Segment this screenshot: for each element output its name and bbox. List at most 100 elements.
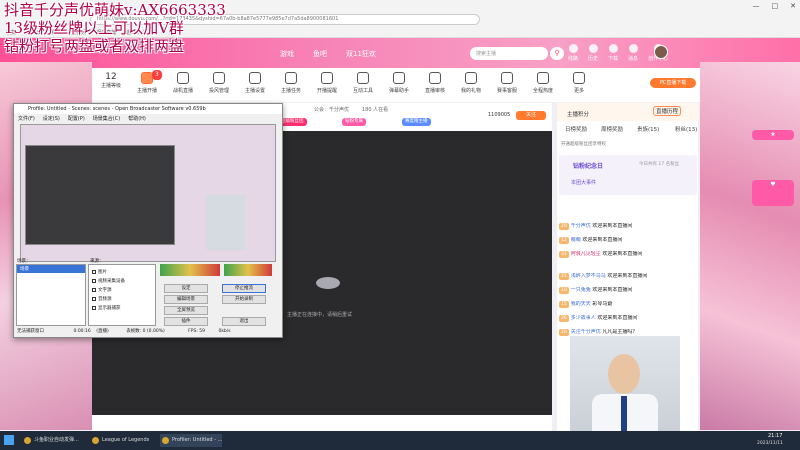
window-controls: — □ ✕ [753, 2, 797, 10]
gift-bar [92, 415, 552, 431]
pc-download-button[interactable]: PC直播下载 [650, 78, 696, 88]
tool-review[interactable]: 直播审核 [418, 72, 452, 94]
user-link-route[interactable]: 线路 [568, 44, 578, 62]
tab-fans[interactable]: 粉丝(13) [675, 125, 697, 133]
obs-menu-scene-collection[interactable]: 场景集合(C) [93, 115, 120, 123]
obs-menu-file[interactable]: 文件(F) [18, 115, 35, 123]
obs-menu-help[interactable]: 帮助(H) [128, 115, 146, 123]
chat-message: 21 浅醉入梦不马马 欢迎来到本直播间 [559, 273, 648, 280]
preview-camera [206, 195, 246, 250]
promo-banner-icon[interactable]: ★ [752, 130, 794, 140]
taskbar-item[interactable]: League of Legends [90, 434, 149, 447]
tool-interaction[interactable]: 互动工具 [346, 72, 380, 94]
close-icon[interactable]: ✕ [790, 2, 796, 10]
tool-service[interactable]: 赛事客服 [490, 72, 524, 94]
tool-fighter-live[interactable]: 战机直播 [166, 72, 200, 94]
avatar[interactable] [654, 45, 668, 59]
source-item[interactable]: 图片 [92, 269, 107, 275]
obs-menu-profile[interactable]: 配置(P) [68, 115, 85, 123]
tool-gifts[interactable]: 我的礼物 [454, 72, 488, 94]
nav-item-double11[interactable]: 双11狂欢 [346, 49, 376, 59]
stop-stream-button[interactable]: 停止推流 [222, 284, 266, 293]
clock-time: 21:17 [768, 433, 783, 439]
source-item[interactable]: 显示器捕获 [92, 305, 121, 311]
user-link-download[interactable]: 下载 [608, 44, 618, 62]
video-status-text: 主播正在连接中，请稍后重试 [287, 312, 353, 318]
fullscreen-preview-button[interactable]: 全屏预览 [164, 306, 208, 315]
chat-message: 26 多少故事人 欢迎来到本直播间 [559, 315, 638, 322]
clock-date: 2023/11/11 [757, 441, 783, 446]
user-link-message[interactable]: 消息 [628, 44, 638, 62]
stream-overlay-text: 抖音千分声优萌妹v:AX6663333 13级粉丝牌以上可以加V群 钻粉打号两盘… [4, 1, 304, 55]
follow-button[interactable]: 关注 [516, 111, 546, 120]
fan-notice-card: 钻粉纪念日 本团大事件 今日共有 17 名粉丝 [559, 155, 697, 195]
audio-meter [160, 264, 220, 276]
user-links: 线路 历史 下载 消息 创作中心 [568, 44, 668, 62]
person-tie [621, 396, 627, 436]
obs-menu-bar: 文件(F) 设定(S) 配置(P) 场景集合(C) 帮助(H) [14, 115, 282, 123]
preview-capture [25, 145, 175, 245]
chat-message: 10 一只兔兔 欢迎来到本直播间 [559, 287, 633, 294]
settings-button[interactable]: 设定 [164, 284, 208, 293]
taskbar-item[interactable]: Profiler: Untitled - ... [160, 434, 223, 447]
overlay-line: 抖音千分声优萌妹v:AX6663333 [4, 1, 226, 19]
obs-title-bar: Profile: Untitled - Scenes: scenes - Ope… [14, 104, 282, 114]
nav-item-yuba[interactable]: 鱼吧 [313, 49, 327, 59]
search-input[interactable]: 搜索主播 [470, 47, 548, 60]
taskbar-item[interactable]: 斗鱼职业自动发弹... [22, 434, 79, 447]
notice-subtitle: 本团大事件 [571, 180, 597, 186]
badge-count: 3 [152, 70, 162, 80]
tool-settings[interactable]: 主播设置 [238, 72, 272, 94]
tab-anchor-points[interactable]: 主播积分 [567, 110, 589, 118]
source-item[interactable]: 音频源 [92, 296, 112, 302]
maximize-icon[interactable]: □ [772, 2, 779, 10]
anchor-level: 12 主播等级 [100, 72, 121, 89]
tool-more[interactable]: 更多 [562, 72, 596, 94]
notice-time: 今日共有 17 名粉丝 [639, 162, 680, 167]
taskbar: 斗鱼职业自动发弹... League of Legends Profiler: … [0, 431, 800, 450]
tab-weekly-reward[interactable]: 周榜奖励 [601, 125, 623, 133]
overlay-line: 钻粉打号两盘或者双排两盘 [4, 37, 185, 55]
plugins-button[interactable]: 插件 [164, 317, 208, 326]
anchor-toolbar: 12 主播等级 主播开播 战机直播 投风管理 主播设置 主播任务 开播提醒 互动工… [92, 68, 700, 102]
tool-risk-manage[interactable]: 投风管理 [202, 72, 236, 94]
person-face [608, 354, 640, 394]
obs-window: Profile: Untitled - Scenes: scenes - Ope… [13, 103, 283, 338]
chat-message: 20 关注千分声优 凡凡是主播吗？ [559, 329, 638, 336]
windows-start-icon[interactable] [4, 435, 14, 445]
background-art-right: ★ ♥ [700, 62, 800, 430]
tool-tasks[interactable]: 主播任务 [274, 72, 308, 94]
tool-danmu[interactable]: 弹幕助手 [382, 72, 416, 94]
tag-diamond[interactable]: 钻粉专属 [342, 118, 366, 126]
fanclub-promo[interactable]: 开通超级粉丝团享特权 [561, 141, 606, 147]
tool-heat[interactable]: 全程热度 [526, 72, 560, 94]
user-link-history[interactable]: 历史 [588, 44, 598, 62]
chat-message: 12 萌萌 欢迎来到本直播间 [559, 237, 623, 244]
chat-message: 15 我的天天 彩琴马爺 [559, 301, 613, 308]
obs-scenes-list[interactable]: 场景 [16, 264, 86, 326]
tab-daily-reward[interactable]: 日榜奖励 [565, 125, 587, 133]
promo-banner-icon[interactable]: ♥ [752, 180, 794, 206]
tab-live-history[interactable]: 直播历程 [653, 106, 682, 116]
obs-status-bar: 无法捕获窗口 0:00:16 (直播) 丢帧数: 0 (0.00%) FPS: … [14, 327, 282, 337]
notice-title: 钻粉纪念日 [573, 163, 604, 170]
scene-item[interactable]: 场景 [17, 265, 85, 273]
minimize-icon[interactable]: — [753, 2, 760, 10]
tag-sponsor[interactable]: 赛度赠主播 [402, 118, 431, 126]
obs-preview[interactable] [20, 124, 276, 262]
mascot-icon [316, 277, 340, 289]
tab-nobles[interactable]: 贵族(15) [637, 125, 659, 133]
tool-reminder[interactable]: 开播提醒 [310, 72, 344, 94]
obs-sources-list: 图片 视频采集设备 文字源 音频源 显示器捕获 [88, 264, 156, 326]
search-icon[interactable]: ⚲ [550, 47, 564, 60]
chat-message: 31 阿浪凡见轻尘 欢迎来到本直播间 [559, 251, 643, 258]
exit-button[interactable]: 退出 [222, 317, 266, 326]
follow-count: 1109005 [488, 112, 511, 118]
edit-scene-button[interactable]: 编辑场景 [164, 295, 208, 304]
obs-menu-settings[interactable]: 设定(S) [43, 115, 60, 123]
source-item[interactable]: 文字源 [92, 287, 112, 293]
chat-message: 20 千分声优 欢迎来到本直播间 [559, 223, 633, 230]
overlay-line: 13级粉丝牌以上可以加V群 [4, 19, 184, 37]
start-record-button[interactable]: 开始录制 [222, 295, 266, 304]
source-item[interactable]: 视频采集设备 [92, 278, 125, 284]
